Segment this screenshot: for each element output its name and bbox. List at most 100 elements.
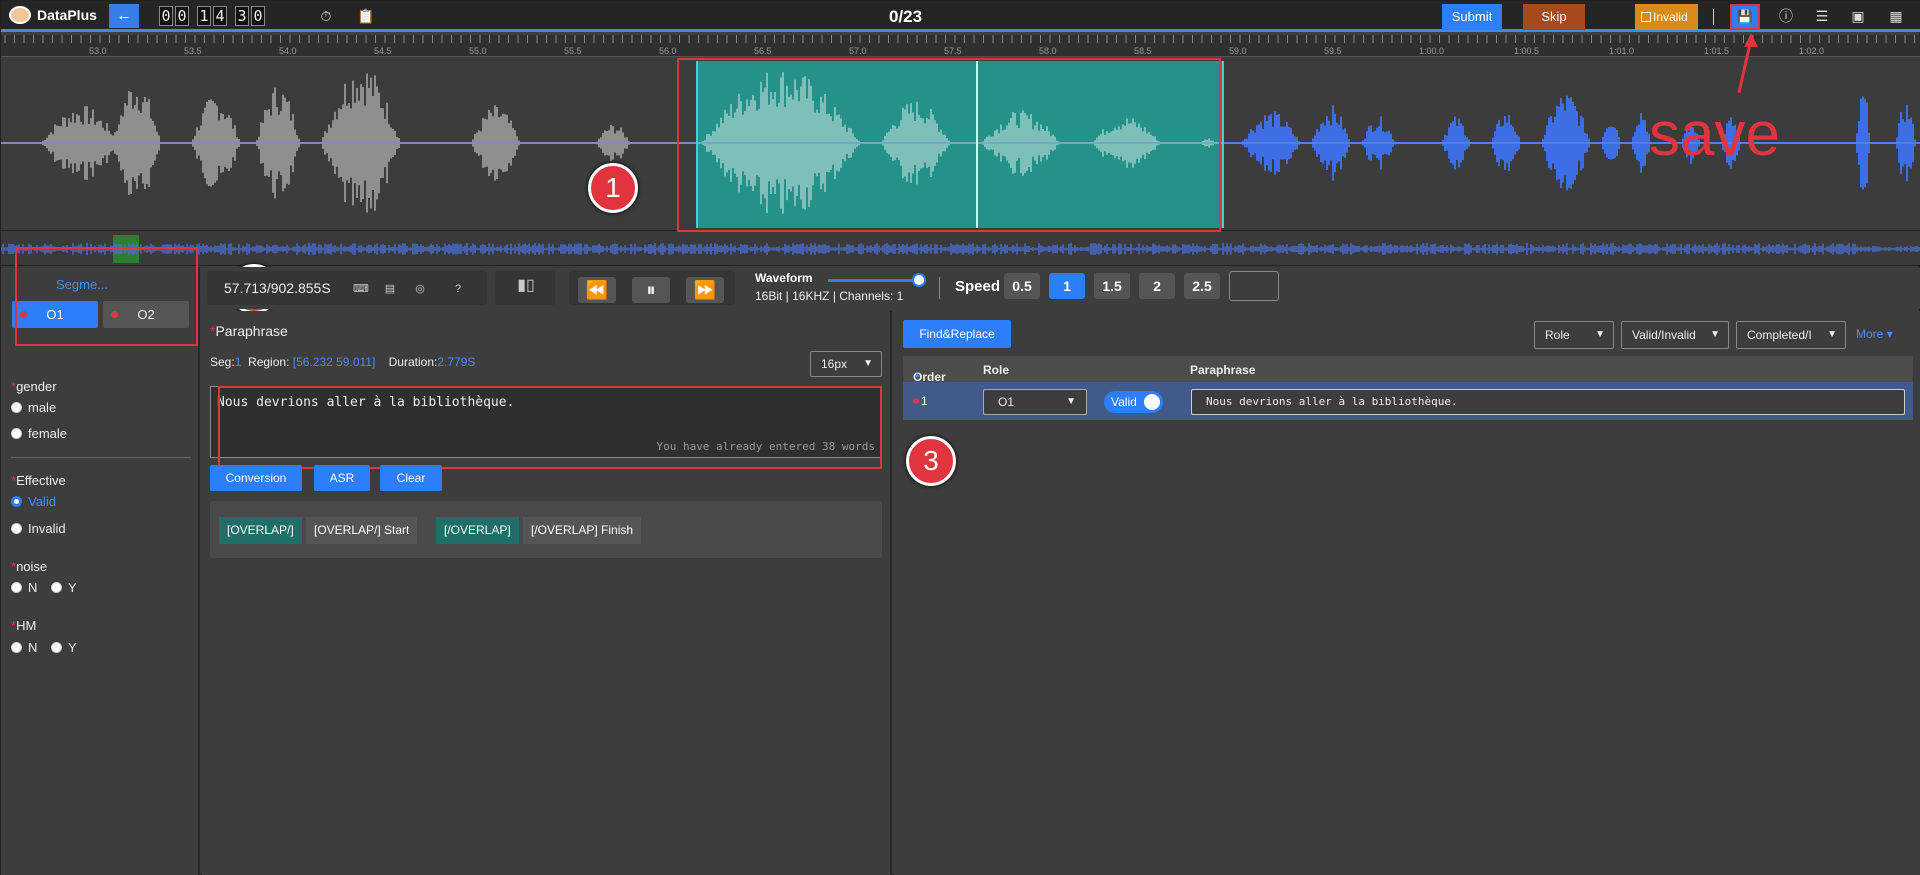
annotation-arrow [1737,33,1758,94]
chevron-down-icon: ▼ [863,358,873,369]
annotation-save-text: save [1649,100,1780,169]
radio-icon [11,428,22,439]
ruler-tick-label: 53.5 [184,46,202,56]
ruler-tick-label: 1:01.0 [1609,46,1635,56]
info-icon[interactable]: ⓘ [1777,7,1795,25]
more-dropdown[interactable]: More ▾ [1856,327,1893,341]
speed-2-button[interactable]: 2 [1139,273,1175,299]
font-size-select[interactable]: 16px ▼ [810,351,882,377]
custom-speed-input[interactable] [1229,271,1279,301]
ruler-tick-label: 55.5 [564,46,582,56]
role-filter[interactable]: Role ▼ [1534,321,1614,349]
timeline-ruler[interactable]: 53.0 53.5 54.0 54.5 55.0 55.5 56.0 56.5 57.0 57.5… [1,35,1920,57]
toggle-knob [1144,394,1160,410]
audio-wave-box[interactable]: ▮▯ [495,271,555,305]
speed-2.5-button[interactable]: 2.5 [1184,273,1220,299]
chart-icon[interactable]: ▤ [383,282,397,296]
waveform-overview[interactable] [0,230,1920,267]
row-paraphrase-input[interactable]: Nous devrions aller à la bibliothèque. [1191,389,1905,415]
help-icon[interactable]: ? [451,282,465,296]
target-icon[interactable]: ◎ [413,282,427,296]
timer-digit: 0 [251,6,265,26]
gender-label: *gender [11,379,57,394]
table-header: Order ▲ Role Paraphrase [903,356,1913,384]
rewind-button[interactable]: ⏪ [578,277,616,303]
overview-waveform [0,243,1920,255]
valid-invalid-filter[interactable]: Valid/Invalid ▼ [1621,321,1729,349]
left-panel: Segme... O1 O2 2 *gender male female *Ef… [1,247,279,875]
caret-down-icon: ▾ [1886,327,1893,341]
tag-overlap-start-code[interactable]: [OVERLAP/] [219,517,302,544]
radio-icon [11,523,22,534]
overview-canvas[interactable] [0,231,1920,267]
invalid-label: Invalid [1653,10,1688,24]
keyboard-icon[interactable]: ⌨ [353,282,369,296]
row-status-dot [913,398,919,404]
hm-y-radio[interactable]: Y [51,640,77,655]
hm-n-radio[interactable]: N [11,640,37,655]
clear-button[interactable]: Clear [380,465,442,491]
chevron-down-icon: ▼ [1827,329,1837,340]
waveform-zoom-slider[interactable] [828,279,918,282]
noise-n-radio[interactable]: N [11,580,37,595]
chevron-down-icon: ▼ [1710,329,1720,340]
fullscreen-icon[interactable]: ▣ [1849,7,1867,25]
ruler-tick-label: 56.5 [754,46,772,56]
speed-1.5-button[interactable]: 1.5 [1094,273,1130,299]
paraphrase-label: *Paraphrase [210,323,288,339]
region-label: Region: [248,355,290,369]
column-role: Role [983,363,1010,377]
row-role-select[interactable]: O1 ▼ [983,389,1087,415]
tag-overlap-finish-code[interactable]: [/OVERLAP] [436,517,519,544]
timer-digit: 4 [213,6,227,26]
duration-value: 2.779S [437,355,476,369]
tag-overlap-finish-name[interactable]: [/OVERLAP] Finish [523,517,642,544]
pause-button[interactable]: ⏸ [632,277,670,303]
ruler-tick-label: 1:01.5 [1704,46,1730,56]
segment-info: Seg:1 Region: [56.232 59.011] Duration:2… [210,355,475,369]
tag-overlap-start-name[interactable]: [OVERLAP/] Start [306,517,418,544]
gender-female-radio[interactable]: female [11,426,67,441]
annotation-badge-3: 3 [906,436,956,486]
radio-checked-icon [11,496,22,507]
invalid-button[interactable]: Invalid [1635,4,1698,30]
find-replace-button[interactable]: Find&Replace [903,320,1011,348]
effective-invalid-radio[interactable]: Invalid [11,521,66,536]
timer-display: 0 0 1 4 3 0 [159,6,265,26]
clipboard-icon[interactable]: 📋 [357,7,375,25]
ruler-tick-label: 59.5 [1324,46,1342,56]
fast-forward-button[interactable]: ⏩ [686,277,724,303]
asr-button[interactable]: ASR [314,465,370,491]
conversion-button[interactable]: Conversion [210,465,302,491]
noise-y-radio[interactable]: Y [51,580,77,595]
language-icon[interactable]: ▦ [1887,7,1905,25]
gender-male-radio[interactable]: male [11,400,56,415]
divider [1713,9,1714,25]
transcription-panel: *Paraphrase Seg:1 Region: [56.232 59.011… [202,311,892,875]
settings-list-icon[interactable]: ☰ [1813,7,1831,25]
app-root: DataPlus ← 0 0 1 4 3 0 ⏱ 📋 0/23 Submit S… [0,0,1920,875]
waveform-info: 16Bit | 16KHZ | Channels: 1 [755,289,904,303]
waveform-title: Waveform [755,271,813,285]
speed-0.5-button[interactable]: 0.5 [1004,273,1040,299]
speed-1-button[interactable]: 1 [1049,273,1085,299]
stopwatch-icon[interactable]: ⏱ [317,7,335,25]
effective-valid-radio[interactable]: Valid [11,494,56,509]
annotation-badge-1: 1 [588,163,638,213]
skip-button[interactable]: Skip [1523,4,1585,30]
back-arrow-button[interactable]: ← [109,4,139,28]
slider-handle[interactable] [912,273,926,287]
submit-button[interactable]: Submit [1442,4,1502,30]
table-row[interactable]: 1 O1 ▼ Valid Nous devrions aller à la bib… [903,382,1913,420]
ruler-tick-label: 1:02.0 [1799,46,1825,56]
checkbox-icon [1641,12,1651,22]
ruler-tick-label: 1:00.5 [1514,46,1540,56]
completed-filter[interactable]: Completed/I ▼ [1736,321,1846,349]
ruler-tick-label: 56.0 [659,46,677,56]
timer-digit: 0 [175,6,189,26]
save-icon[interactable]: 💾 [1730,4,1760,30]
noise-label: *noise [11,559,48,574]
ruler-tick-label: 55.0 [469,46,487,56]
row-valid-toggle[interactable]: Valid [1104,391,1163,413]
audio-wave-icon: ▮▯ [517,277,535,294]
